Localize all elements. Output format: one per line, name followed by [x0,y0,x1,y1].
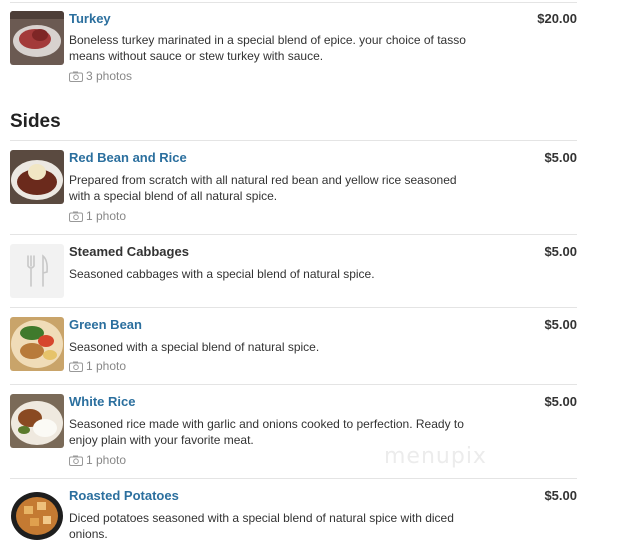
photo-count-link[interactable]: 1 photo [69,359,126,373]
item-price: $5.00 [544,244,577,259]
item-price: $5.00 [544,150,577,165]
red-bean-and-rice-photo-thumbnail[interactable] [10,150,64,204]
item-price: $5.00 [544,317,577,332]
divider [10,140,577,141]
camera-icon [69,71,83,82]
roasted-potatoes-photo-thumbnail[interactable] [10,488,64,542]
item-name[interactable]: Turkey [69,11,111,26]
photo-count-link[interactable]: 1 photo [69,209,126,223]
item-name[interactable]: Green Bean [69,317,142,332]
divider [10,234,577,235]
camera-icon [69,455,83,466]
white-rice-photo-thumbnail[interactable] [10,394,64,448]
item-description: Seasoned cabbages with a special blend o… [69,267,375,281]
section-title: Sides [10,111,61,132]
turkey-photo-thumbnail[interactable] [10,11,64,65]
divider [10,384,577,385]
watermark: menupix [384,444,487,469]
item-name[interactable]: Red Bean and Rice [69,150,187,165]
photo-count: 1 photo [86,209,127,223]
divider [10,478,577,479]
camera-icon [69,361,83,372]
item-description: Boneless turkey marinated in a special b… [69,33,466,63]
item-price: $5.00 [544,394,577,409]
item-name: Steamed Cabbages [69,244,189,259]
photo-count: 3 photos [86,69,133,83]
divider [10,307,577,308]
item-price: $20.00 [537,11,577,26]
item-price: $5.00 [544,488,577,503]
placeholder-thumbnail [10,244,64,298]
divider [10,2,577,3]
green-bean-photo-thumbnail[interactable] [10,317,64,371]
photo-count: 1 photo [86,453,127,467]
photo-count-link[interactable]: 3 photos [69,69,132,83]
item-description: Seasoned with a special blend of natural… [69,340,320,354]
item-name[interactable]: Roasted Potatoes [69,488,179,503]
item-name[interactable]: White Rice [69,394,135,409]
photo-count: 1 photo [86,359,127,373]
item-description: Diced potatoes seasoned with a special b… [69,511,454,541]
camera-icon [69,211,83,222]
photo-count-link[interactable]: 1 photo [69,453,126,467]
item-description: Prepared from scratch with all natural r… [69,173,457,203]
